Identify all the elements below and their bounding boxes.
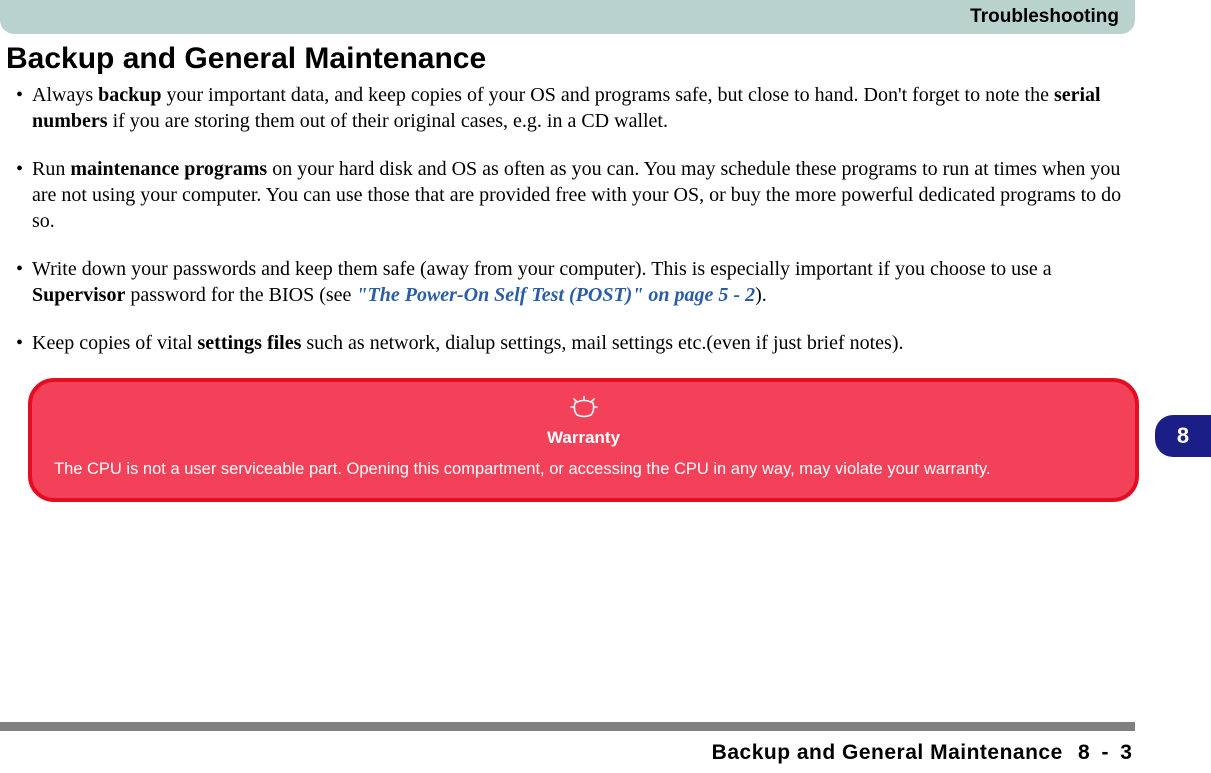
bullet-marker: •	[6, 156, 32, 234]
bullet-marker: •	[6, 256, 32, 308]
bullet-marker: •	[6, 330, 32, 356]
footer: Backup and General Maintenance 8 - 3	[712, 741, 1135, 765]
bullet-marker: •	[6, 82, 32, 134]
bullet-text: Always backup your important data, and k…	[32, 82, 1135, 134]
bullet-item: • Run maintenance programs on your hard …	[6, 156, 1135, 234]
footer-page: 8 - 3	[1069, 741, 1135, 764]
callout-title: Warranty	[54, 428, 1113, 448]
bullet-item: • Keep copies of vital settings files su…	[6, 330, 1135, 356]
footer-title: Backup and General Maintenance	[712, 741, 1063, 764]
cross-reference-link[interactable]: "The Power-On Self Test (POST)" on page …	[356, 284, 755, 306]
chapter-tab: 8	[1155, 415, 1211, 457]
bullet-text: Run maintenance programs on your hard di…	[32, 156, 1135, 234]
bullet-item: • Write down your passwords and keep the…	[6, 256, 1135, 308]
warning-icon	[54, 396, 1113, 422]
warning-callout: Warranty The CPU is not a user serviceab…	[28, 378, 1139, 502]
chapter-number: 8	[1177, 423, 1189, 449]
header-section-label: Troubleshooting	[970, 6, 1119, 27]
bullet-text: Write down your passwords and keep them …	[32, 256, 1135, 308]
bullet-item: • Always backup your important data, and…	[6, 82, 1135, 134]
page-title: Backup and General Maintenance	[6, 42, 1211, 76]
header-bar: Troubleshooting	[0, 0, 1135, 34]
content-area: • Always backup your important data, and…	[0, 82, 1211, 356]
bullet-text: Keep copies of vital settings files such…	[32, 330, 1135, 356]
footer-divider	[0, 722, 1135, 731]
callout-body: The CPU is not a user serviceable part. …	[54, 458, 1113, 480]
